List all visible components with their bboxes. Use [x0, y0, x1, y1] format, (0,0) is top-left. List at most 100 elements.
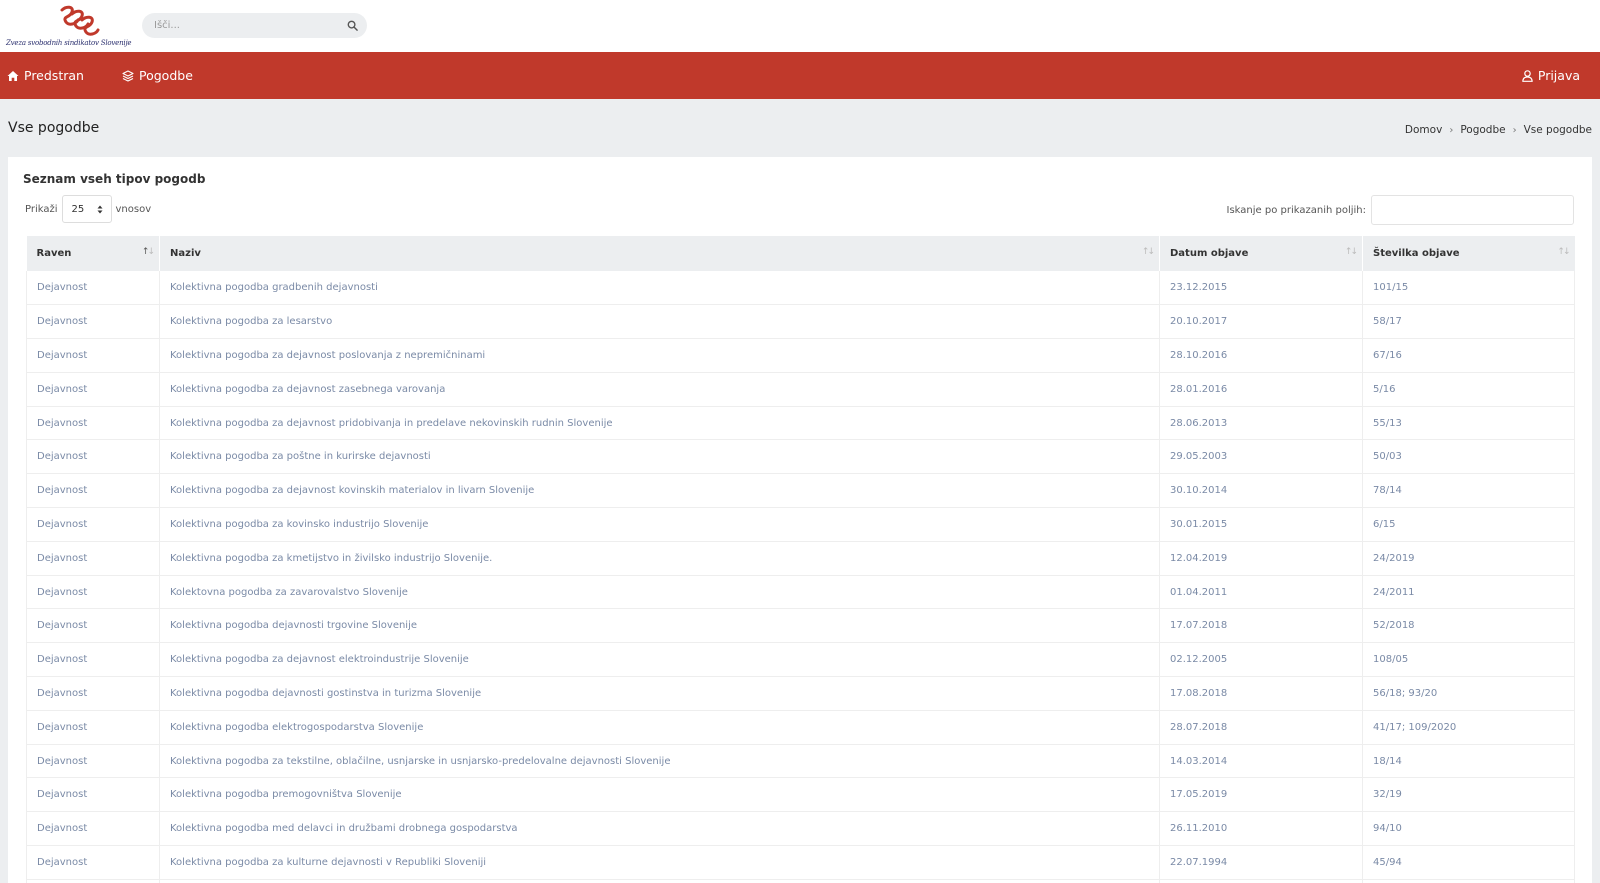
table-row[interactable]: Dejavnost Kolektivna pogodba za dejavnost…	[26, 642, 1575, 678]
cell-number[interactable]: 18/14	[1362, 744, 1575, 779]
cell-level[interactable]: Dejavnost	[26, 271, 160, 306]
nav-item-contracts[interactable]: Pogodbe	[122, 52, 193, 99]
table-row[interactable]: Dejavnost Kolektivna pogodba dejavnosti t…	[26, 608, 1575, 644]
cell-title[interactable]: Kolektivna pogodba za kmetijstvo in živi…	[159, 541, 1160, 576]
cell-level[interactable]: Dejavnost	[26, 541, 160, 576]
column-header-title[interactable]: Naziv ↑↓	[159, 236, 1160, 271]
cell-number[interactable]	[1362, 879, 1575, 883]
cell-level[interactable]: Dejavnost	[26, 304, 160, 340]
cell-level[interactable]: Dejavnost	[26, 575, 160, 610]
cell-title[interactable]: Kolektivna pogodba za poštne in kurirske…	[159, 439, 1160, 475]
table-row[interactable]: Dejavnost Kolektivna pogodba elektrogospo…	[26, 710, 1575, 745]
table-row[interactable]: Dejavnost Kolektivna pogodba med delavci …	[26, 811, 1575, 847]
cell-number[interactable]: 52/2018	[1362, 608, 1575, 644]
search-input[interactable]	[154, 16, 334, 35]
cell-level[interactable]: Dejavnost	[26, 777, 160, 813]
cell-title[interactable]: Kolektivna pogodba za kovinsko industrij…	[159, 507, 1160, 542]
cell-number[interactable]: 56/18; 93/20	[1362, 676, 1575, 711]
column-header-number[interactable]: Številka objave ↑↓	[1363, 236, 1575, 271]
column-header-level[interactable]: Raven ↑↓	[26, 236, 160, 271]
cell-title[interactable]: Kolektivna pogodba dejavnosti gostinstva…	[159, 676, 1160, 711]
cell-date[interactable]: 12.04.2019	[1159, 541, 1363, 576]
cell-title[interactable]: Kolektivna pogodba elektrogospodarstva S…	[159, 710, 1160, 745]
table-row[interactable]: Dejavnost Kolektivna pogodba premogovništ…	[26, 777, 1575, 813]
cell-date[interactable]: 28.07.2018	[1159, 710, 1363, 745]
cell-date[interactable]: 29.05.2003	[1159, 439, 1363, 475]
cell-level[interactable]: Dejavnost	[26, 710, 160, 745]
table-row[interactable]: Dejavnost Kolektivna pogodba za tekstilne…	[26, 744, 1575, 779]
nav-item-home[interactable]: Predstran	[7, 52, 84, 99]
table-row[interactable]: Dejavnost Kolektivna pogodba za dejavnost…	[26, 473, 1575, 509]
cell-date[interactable]: 28.10.2016	[1159, 338, 1363, 373]
cell-date[interactable]: 02.12.2005	[1159, 642, 1363, 678]
cell-date[interactable]: 22.07.1994	[1159, 845, 1363, 880]
table-row[interactable]: Dejavnost Kolektivna pogodba za dejavnost…	[26, 338, 1575, 373]
table-row[interactable]: Dejavnost Kolektivna pogodba za kmetijstv…	[26, 541, 1575, 576]
cell-number[interactable]: 94/10	[1362, 811, 1575, 847]
cell-date[interactable]: 17.07.2018	[1159, 608, 1363, 644]
cell-level[interactable]: Dejavnost	[26, 372, 160, 407]
search-button[interactable]	[344, 17, 361, 34]
cell-title[interactable]: Kolektivna pogodba za dejavnost elektroi…	[159, 642, 1160, 678]
table-row[interactable]: Dejavnost Kolektivna pogodba za kulturne …	[26, 845, 1575, 880]
cell-date[interactable]: 30.01.2015	[1159, 507, 1363, 542]
cell-number[interactable]: 45/94	[1362, 845, 1575, 880]
cell-number[interactable]: 5/16	[1362, 372, 1575, 407]
cell-number[interactable]: 101/15	[1362, 271, 1575, 306]
table-row[interactable]: Dejavnost Kolektivna pogodba za kovinsko …	[26, 507, 1575, 542]
cell-title[interactable]: Kolektivna pogodba gradbenih dejavnosti	[159, 271, 1160, 306]
table-row[interactable]: Dejavnost Kolektivna pogodba za dejavnost…	[26, 372, 1575, 407]
column-header-date[interactable]: Datum objave ↑↓	[1159, 236, 1363, 271]
cell-date[interactable]: 28.06.2013	[1159, 406, 1363, 441]
cell-number[interactable]: 67/16	[1362, 338, 1575, 373]
cell-date[interactable]: 17.05.2019	[1159, 777, 1363, 813]
cell-level[interactable]: Dejavnost	[26, 608, 160, 644]
cell-title[interactable]: Kolektivna pogodba med delavci in družba…	[159, 811, 1160, 847]
cell-date[interactable]: 14.03.2014	[1159, 744, 1363, 779]
cell-number[interactable]: 41/17; 109/2020	[1362, 710, 1575, 745]
cell-title[interactable]: Kolektovna pogodba za zavarovalstvo Slov…	[159, 575, 1160, 610]
table-row[interactable]: Dejavnost Kolektivna pogodba za lesarstvo…	[26, 304, 1575, 340]
breadcrumb-home[interactable]: Domov	[1405, 124, 1442, 136]
breadcrumb-contracts[interactable]: Pogodbe	[1460, 124, 1505, 136]
cell-level[interactable]: Dejavnost	[26, 406, 160, 441]
table-row[interactable]: Dejavnost Kolektivna pogodba dejavnosti g…	[26, 676, 1575, 711]
cell-number[interactable]: 24/2011	[1362, 575, 1575, 610]
cell-level[interactable]: Dejavnost	[26, 439, 160, 475]
cell-title[interactable]: Kolektivna pogodba dejavnosti trgovine S…	[159, 608, 1160, 644]
cell-title[interactable]: Kolektivna pogodba za kulturne dejavnost…	[159, 845, 1160, 880]
filter-input[interactable]	[1371, 195, 1574, 225]
cell-level[interactable]: Dejavnost	[26, 473, 160, 509]
cell-date[interactable]	[1159, 879, 1363, 883]
cell-level[interactable]: Dejavnost	[26, 338, 160, 373]
cell-title[interactable]: Kolektivna pogodba za lesarstvo	[159, 304, 1160, 340]
cell-title[interactable]: Kolektivna pogodba premogovništva Sloven…	[159, 777, 1160, 813]
cell-number[interactable]: 78/14	[1362, 473, 1575, 509]
cell-title[interactable]: Kolektivna pogodba za dejavnost kovinski…	[159, 473, 1160, 509]
cell-number[interactable]: 50/03	[1362, 439, 1575, 475]
cell-number[interactable]: 24/2019	[1362, 541, 1575, 576]
cell-date[interactable]: 01.04.2011	[1159, 575, 1363, 610]
cell-title[interactable]: Kolektivna pogodba za dejavnost zasebneg…	[159, 372, 1160, 407]
table-row[interactable]: Dejavnost Kolektivna pogodba za poštne in…	[26, 439, 1575, 475]
cell-level[interactable]: Dejavnost	[26, 676, 160, 711]
cell-date[interactable]: 20.10.2017	[1159, 304, 1363, 340]
cell-date[interactable]: 28.01.2016	[1159, 372, 1363, 407]
login-link[interactable]: Prijava	[1522, 52, 1580, 99]
logo[interactable]: Zveza svobodnih sindikatov Slovenije	[4, 2, 132, 50]
cell-level[interactable]: Dejavnost	[26, 744, 160, 779]
cell-title[interactable]: Kolektivna pogodba za dejavnost pridobiv…	[159, 406, 1160, 441]
cell-title[interactable]: Kolektivna pogodba za tekstilne, oblačil…	[159, 744, 1160, 779]
cell-level[interactable]: Dejavnost	[26, 507, 160, 542]
table-row[interactable]: Dejavnost	[26, 879, 1575, 883]
cell-number[interactable]: 108/05	[1362, 642, 1575, 678]
cell-date[interactable]: 17.08.2018	[1159, 676, 1363, 711]
cell-number[interactable]: 55/13	[1362, 406, 1575, 441]
cell-level[interactable]: Dejavnost	[26, 845, 160, 880]
cell-level[interactable]: Dejavnost	[26, 811, 160, 847]
table-row[interactable]: Dejavnost Kolektovna pogodba za zavaroval…	[26, 575, 1575, 610]
table-row[interactable]: Dejavnost Kolektivna pogodba gradbenih de…	[26, 271, 1575, 306]
cell-number[interactable]: 6/15	[1362, 507, 1575, 542]
cell-title[interactable]	[159, 879, 1160, 883]
cell-number[interactable]: 58/17	[1362, 304, 1575, 340]
